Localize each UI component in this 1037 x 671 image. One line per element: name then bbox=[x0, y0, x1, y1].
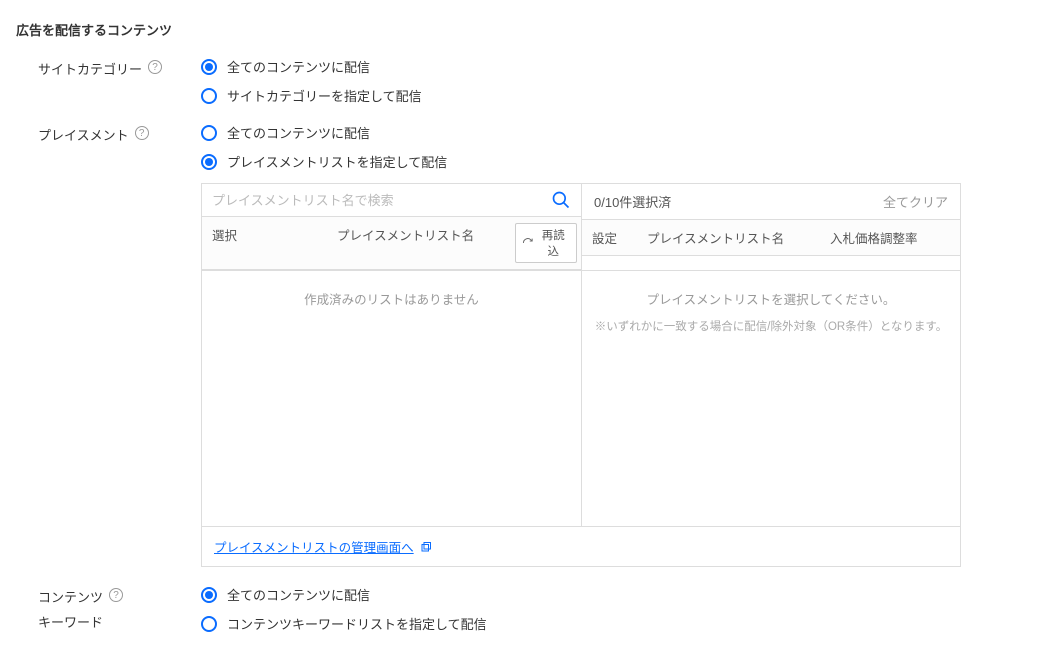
field-content-keyword: コンテンツ ? キーワード 全てのコンテンツに配信 コンテンツキーワードリストを… bbox=[16, 585, 1021, 633]
placement-panel-right-top: 0/10件選択済 全てクリア 設定 プレイスメントリスト名 入札価格調整率 bbox=[581, 184, 960, 270]
placement-opt-all[interactable]: 全てのコンテンツに配信 bbox=[201, 123, 1021, 142]
hdr-select: 選択 bbox=[202, 217, 327, 269]
placement-panel-top: 選択 プレイスメントリスト名 再読込 0/10件選択済 全てクリア bbox=[202, 184, 960, 271]
section-title: 広告を配信するコンテンツ bbox=[16, 20, 1021, 39]
placement-right-header: 設定 プレイスメントリスト名 入札価格調整率 bbox=[582, 219, 960, 256]
radio-label: プレイスメントリストを指定して配信 bbox=[227, 152, 447, 171]
content-keyword-label-wrap: コンテンツ ? キーワード bbox=[16, 585, 201, 631]
placement-panel: 選択 プレイスメントリスト名 再読込 0/10件選択済 全てクリア bbox=[201, 183, 961, 567]
right-note-text: ※いずれかに一致する場合に配信/除外対象（OR条件）となります。 bbox=[594, 318, 948, 334]
mgmt-link-label: プレイスメントリストの管理画面へ bbox=[214, 537, 414, 556]
content-keyword-opt-all[interactable]: 全てのコンテンツに配信 bbox=[201, 585, 1021, 604]
content-keyword-label2: キーワード bbox=[38, 615, 103, 630]
placement-panel-body: 作成済みのリストはありません プレイスメントリストを選択してください。 ※いずれ… bbox=[202, 271, 960, 526]
radio-selected-icon bbox=[201, 587, 217, 603]
reload-label: 再読込 bbox=[537, 227, 570, 259]
hdr-bid-adjust: 入札価格調整率 bbox=[820, 220, 960, 255]
radio-label: 全てのコンテンツに配信 bbox=[227, 123, 370, 142]
placement-body: 全てのコンテンツに配信 プレイスメントリストを指定して配信 選択 プレイスメント… bbox=[201, 123, 1021, 567]
hdr-set: 設定 bbox=[582, 220, 637, 255]
content-keyword-opt-specify[interactable]: コンテンツキーワードリストを指定して配信 bbox=[201, 614, 1021, 633]
hdr-list-name: プレイスメントリスト名 bbox=[327, 217, 511, 269]
placement-right-body: プレイスメントリストを選択してください。 ※いずれかに一致する場合に配信/除外対… bbox=[581, 271, 960, 526]
radio-label: 全てのコンテンツに配信 bbox=[227, 57, 370, 76]
site-category-opt-specify[interactable]: サイトカテゴリーを指定して配信 bbox=[201, 86, 1021, 105]
radio-label: コンテンツキーワードリストを指定して配信 bbox=[227, 614, 487, 633]
content-keyword-label1: コンテンツ bbox=[38, 587, 103, 606]
content-keyword-body: 全てのコンテンツに配信 コンテンツキーワードリストを指定して配信 bbox=[201, 585, 1021, 633]
clear-all-button[interactable]: 全てクリア bbox=[883, 192, 948, 211]
hdr-reload: 再読込 bbox=[511, 217, 581, 269]
placement-left-header: 選択 プレイスメントリスト名 再読込 bbox=[202, 216, 581, 270]
radio-label: サイトカテゴリーを指定して配信 bbox=[227, 86, 422, 105]
placement-label: プレイスメント bbox=[38, 125, 129, 144]
help-icon[interactable]: ? bbox=[148, 60, 162, 74]
right-empty-text: プレイスメントリストを選択してください。 bbox=[594, 289, 948, 308]
placement-search-input[interactable] bbox=[212, 193, 551, 208]
help-icon[interactable]: ? bbox=[135, 126, 149, 140]
refresh-icon bbox=[522, 237, 534, 249]
placement-selected-bar: 0/10件選択済 全てクリア bbox=[582, 184, 960, 219]
radio-selected-icon bbox=[201, 154, 217, 170]
placement-search-bar bbox=[202, 184, 581, 216]
left-empty-text: 作成済みのリストはありません bbox=[214, 289, 569, 308]
placement-label-wrap: プレイスメント ? bbox=[16, 123, 201, 144]
field-site-category: サイトカテゴリー ? 全てのコンテンツに配信 サイトカテゴリーを指定して配信 bbox=[16, 57, 1021, 105]
placement-panel-left-top: 選択 プレイスメントリスト名 再読込 bbox=[202, 184, 581, 270]
field-placement: プレイスメント ? 全てのコンテンツに配信 プレイスメントリストを指定して配信 … bbox=[16, 123, 1021, 567]
external-link-icon bbox=[420, 541, 432, 553]
site-category-label-wrap: サイトカテゴリー ? bbox=[16, 57, 201, 78]
search-icon[interactable] bbox=[551, 190, 571, 210]
hdr-list-name-r: プレイスメントリスト名 bbox=[637, 220, 820, 255]
placement-opt-specify[interactable]: プレイスメントリストを指定して配信 bbox=[201, 152, 1021, 171]
help-icon[interactable]: ? bbox=[109, 588, 123, 602]
placement-mgmt-link[interactable]: プレイスメントリストの管理画面へ bbox=[214, 537, 432, 556]
reload-button[interactable]: 再読込 bbox=[515, 223, 577, 263]
placement-left-body: 作成済みのリストはありません bbox=[202, 271, 581, 526]
site-category-opt-all[interactable]: 全てのコンテンツに配信 bbox=[201, 57, 1021, 76]
radio-label: 全てのコンテンツに配信 bbox=[227, 585, 370, 604]
placement-panel-footer: プレイスメントリストの管理画面へ bbox=[202, 526, 960, 566]
site-category-body: 全てのコンテンツに配信 サイトカテゴリーを指定して配信 bbox=[201, 57, 1021, 105]
site-category-label: サイトカテゴリー bbox=[38, 59, 142, 78]
radio-unselected-icon bbox=[201, 616, 217, 632]
radio-selected-icon bbox=[201, 59, 217, 75]
radio-unselected-icon bbox=[201, 88, 217, 104]
radio-unselected-icon bbox=[201, 125, 217, 141]
selected-count: 0/10件選択済 bbox=[594, 192, 671, 211]
